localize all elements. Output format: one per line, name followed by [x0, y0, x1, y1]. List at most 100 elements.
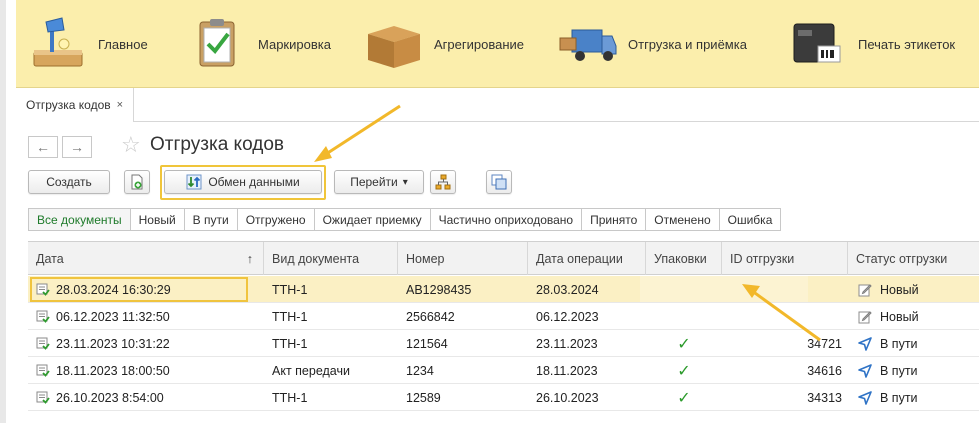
- exchange-icon: [186, 174, 202, 190]
- number-cell: 2566842: [406, 309, 455, 324]
- copy-icon: [491, 174, 507, 190]
- section-aggregation[interactable]: Агрегирование: [364, 14, 524, 74]
- document-icon: [36, 283, 50, 296]
- column-number[interactable]: Номер: [398, 242, 528, 275]
- goto-button[interactable]: Перейти ▾: [334, 170, 424, 194]
- column-status[interactable]: Статус отгрузки: [848, 242, 979, 275]
- arrow-right-icon: →: [70, 139, 84, 155]
- section-label: Печать этикеток: [858, 36, 956, 52]
- forward-button[interactable]: →: [62, 136, 92, 158]
- status-cell: В пути: [848, 357, 979, 384]
- table-row[interactable]: 28.03.2024 16:30:29 ТТН-1 АВ1298435 28.0…: [28, 276, 979, 303]
- op-date-cell: 28.03.2024: [536, 282, 599, 297]
- send-icon: [858, 390, 872, 405]
- table-row[interactable]: 18.11.2023 18:00:50 Акт передачи 1234 18…: [28, 357, 979, 384]
- number-cell: АВ1298435: [406, 282, 472, 297]
- print-copy-button[interactable]: [486, 170, 512, 194]
- edit-icon: [858, 283, 872, 296]
- section-shipping[interactable]: Отгрузка и приёмка: [558, 14, 747, 74]
- star-icon[interactable]: ☆: [121, 132, 141, 158]
- create-button[interactable]: Создать: [28, 170, 110, 194]
- tab-shipment-codes[interactable]: Отгрузка кодов ×: [16, 88, 135, 122]
- close-icon[interactable]: ×: [117, 99, 123, 111]
- column-date-label: Дата: [36, 251, 64, 266]
- section-label: Главное: [98, 36, 148, 52]
- op-date-cell: 23.11.2023: [536, 336, 598, 351]
- number-cell: 12589: [406, 390, 441, 405]
- back-button[interactable]: ←: [28, 136, 58, 158]
- data-exchange-button[interactable]: Обмен данными: [164, 170, 322, 194]
- add-document-icon: [131, 174, 143, 190]
- date-text: 23.11.2023 10:31:22: [56, 336, 170, 351]
- date-text: 18.11.2023 18:00:50: [56, 363, 170, 378]
- filter-awaiting[interactable]: Ожидает приемку: [314, 209, 431, 230]
- label-printer-icon: [788, 16, 848, 72]
- filter-accepted[interactable]: Принято: [582, 209, 647, 230]
- table-row[interactable]: 06.12.2023 11:32:50 ТТН-1 2566842 06.12.…: [28, 303, 979, 330]
- date-cell: 23.11.2023 10:31:22: [28, 330, 264, 357]
- table-row[interactable]: 23.11.2023 10:31:22 ТТН-1 121564 23.11.2…: [28, 330, 979, 357]
- table-header: Дата ↑ Вид документа Номер Дата операции…: [28, 241, 979, 275]
- status-text: Новый: [880, 309, 919, 324]
- section-main[interactable]: Главное: [28, 14, 148, 74]
- packages-cell: ✓: [677, 362, 691, 380]
- document-icon: [36, 391, 50, 404]
- status-text: В пути: [880, 336, 918, 351]
- document-icon: [36, 337, 50, 350]
- date-cell: 28.03.2024 16:30:29: [28, 276, 264, 303]
- shipment-id-cell: 34721: [807, 336, 842, 351]
- date-cell: 18.11.2023 18:00:50: [28, 357, 264, 384]
- column-doc-type[interactable]: Вид документа: [264, 242, 398, 275]
- doc-type-cell: ТТН-1: [272, 282, 308, 297]
- chevron-down-icon: ▾: [402, 176, 408, 188]
- section-label: Маркировка: [258, 36, 331, 52]
- column-op-date[interactable]: Дата операции: [528, 242, 646, 275]
- copy-add-button[interactable]: [124, 170, 150, 194]
- delivery-truck-icon: [558, 16, 618, 72]
- create-button-label: Создать: [46, 175, 92, 189]
- send-icon: [858, 363, 872, 378]
- date-cell: 26.10.2023 8:54:00: [28, 384, 264, 411]
- tab-label: Отгрузка кодов: [26, 98, 111, 112]
- filter-cancelled[interactable]: Отменено: [646, 209, 720, 230]
- op-date-cell: 18.11.2023: [536, 363, 598, 378]
- number-cell: 1234: [406, 363, 434, 378]
- column-packages[interactable]: Упаковки: [646, 242, 722, 275]
- filter-all[interactable]: Все документы: [29, 209, 131, 230]
- packages-cell: [646, 276, 722, 303]
- packages-cell: [646, 303, 722, 330]
- filter-in-transit[interactable]: В пути: [184, 209, 238, 230]
- sort-arrow-icon: ↑: [246, 251, 253, 266]
- hierarchy-icon: [435, 174, 451, 190]
- packages-cell: ✓: [677, 389, 691, 407]
- left-scrollbar[interactable]: [0, 0, 6, 423]
- section-marking[interactable]: Маркировка: [188, 14, 331, 74]
- number-cell: 121564: [406, 336, 448, 351]
- filter-shipped[interactable]: Отгружено: [237, 209, 315, 230]
- doc-type-cell: Акт передачи: [272, 363, 350, 378]
- status-text: В пути: [880, 363, 918, 378]
- table-row[interactable]: 26.10.2023 8:54:00 ТТН-1 12589 26.10.202…: [28, 384, 979, 411]
- clipboard-check-icon: [188, 16, 248, 72]
- status-cell: В пути: [848, 330, 979, 357]
- filter-new[interactable]: Новый: [130, 209, 185, 230]
- doc-type-cell: ТТН-1: [272, 336, 308, 351]
- structure-button[interactable]: [430, 170, 456, 194]
- section-label-printing[interactable]: Печать этикеток: [788, 14, 955, 74]
- column-shipment-id[interactable]: ID отгрузки: [722, 242, 848, 275]
- status-text: Новый: [880, 282, 919, 297]
- shipment-id-cell: 34616: [807, 363, 842, 378]
- status-cell: Новый: [848, 276, 979, 303]
- filter-error[interactable]: Ошибка: [719, 209, 781, 230]
- arrow-left-icon: ←: [36, 139, 50, 155]
- document-icon: [36, 364, 50, 377]
- date-text: 28.03.2024 16:30:29: [56, 282, 171, 297]
- section-label: Агрегирование: [434, 36, 524, 52]
- column-date[interactable]: Дата ↑: [28, 242, 264, 275]
- op-date-cell: 26.10.2023: [536, 390, 599, 405]
- date-text: 26.10.2023 8:54:00: [56, 390, 164, 405]
- status-filter-bar: Все документы Новый В пути Отгружено Ожи…: [28, 208, 782, 231]
- shipment-id-cell: [722, 303, 848, 330]
- filter-partial[interactable]: Частично оприходовано: [430, 209, 583, 230]
- send-icon: [858, 336, 872, 351]
